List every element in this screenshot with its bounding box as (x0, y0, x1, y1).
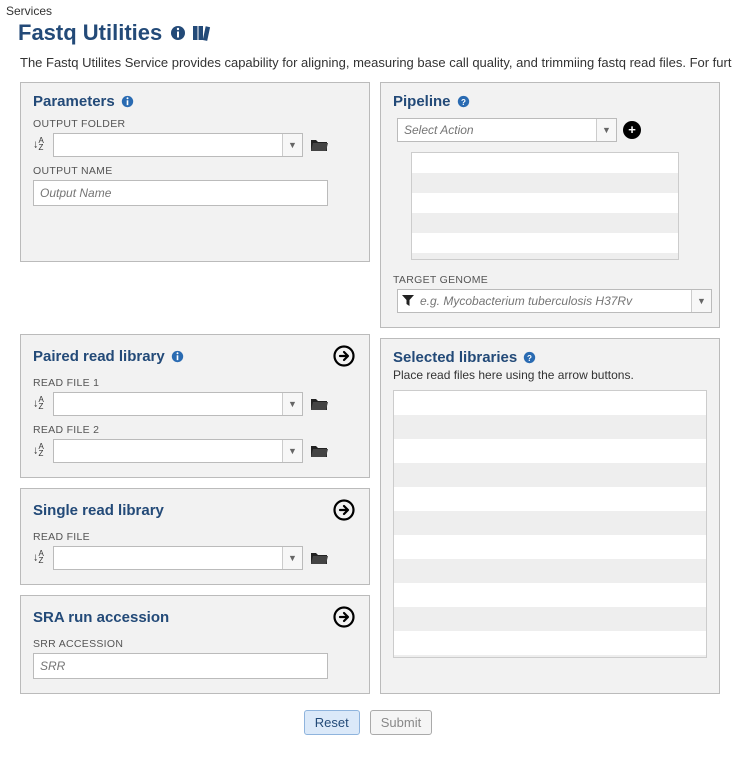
folder-icon[interactable] (309, 548, 329, 568)
folder-icon[interactable] (309, 135, 329, 155)
chevron-down-icon[interactable]: ▼ (596, 119, 616, 141)
read2-input[interactable] (54, 440, 282, 462)
panel-sra: SRA run accession SRR ACCESSION (20, 595, 370, 694)
pipeline-action-combo[interactable]: ▼ (397, 118, 617, 142)
svg-text:?: ? (461, 97, 466, 106)
list-item (394, 631, 706, 655)
panel-selected: Selected libraries ? Place read files he… (380, 338, 720, 694)
parameters-title: Parameters (33, 93, 115, 110)
srr-input[interactable] (33, 653, 328, 679)
info-icon[interactable] (121, 95, 134, 108)
reset-button[interactable]: Reset (304, 710, 360, 735)
list-item (394, 559, 706, 583)
output-folder-combo[interactable]: ▼ (53, 133, 303, 157)
read1-combo[interactable]: ▼ (53, 392, 303, 416)
footer-buttons: Reset Submit (4, 710, 732, 735)
read2-label: READ FILE 2 (33, 424, 357, 436)
sra-title: SRA run accession (33, 609, 169, 626)
readfile-combo[interactable]: ▼ (53, 546, 303, 570)
docs-icon[interactable] (192, 25, 212, 41)
read1-label: READ FILE 1 (33, 377, 357, 389)
breadcrumb: Services (4, 4, 732, 18)
list-item (412, 253, 678, 260)
help-icon[interactable]: ? (523, 351, 536, 364)
list-item (412, 213, 678, 233)
list-item (394, 583, 706, 607)
chevron-down-icon[interactable]: ▼ (691, 290, 711, 312)
pipeline-title: Pipeline (393, 93, 451, 110)
list-item (412, 153, 678, 173)
paired-title: Paired read library (33, 348, 165, 365)
page-title: Fastq Utilities (18, 20, 732, 46)
sort-icon[interactable]: ↓AZ (33, 551, 47, 564)
list-item (394, 535, 706, 559)
page-title-text: Fastq Utilities (18, 20, 162, 46)
list-item (394, 487, 706, 511)
panel-parameters: Parameters OUTPUT FOLDER ↓AZ ▼ OUTPUT NA… (20, 82, 370, 262)
output-folder-input[interactable] (54, 134, 282, 156)
intro-pre: The Fastq Utilites Service provides capa… (20, 55, 732, 70)
panel-single: Single read library READ FILE ↓AZ ▼ (20, 488, 370, 585)
list-item (394, 511, 706, 535)
list-item (412, 173, 678, 193)
svg-text:?: ? (527, 353, 532, 362)
read1-input[interactable] (54, 393, 282, 415)
submit-button: Submit (370, 710, 432, 735)
readfile-label: READ FILE (33, 531, 357, 543)
folder-icon[interactable] (309, 394, 329, 414)
output-folder-label: OUTPUT FOLDER (33, 118, 357, 130)
help-icon[interactable]: ? (457, 95, 470, 108)
chevron-down-icon[interactable]: ▼ (282, 547, 302, 569)
target-genome-input[interactable] (414, 290, 691, 312)
output-name-input[interactable] (33, 180, 328, 206)
panel-pipeline: Pipeline ? ▼ + (380, 82, 720, 328)
srr-label: SRR ACCESSION (33, 638, 357, 650)
arrow-right-icon[interactable] (333, 345, 357, 369)
chevron-down-icon[interactable]: ▼ (282, 134, 302, 156)
list-item (394, 463, 706, 487)
sort-icon[interactable]: ↓AZ (33, 138, 47, 151)
sort-icon[interactable]: ↓AZ (33, 397, 47, 410)
chevron-down-icon[interactable]: ▼ (282, 393, 302, 415)
readfile-input[interactable] (54, 547, 282, 569)
target-genome-label: TARGET GENOME (393, 274, 707, 286)
folder-icon[interactable] (309, 441, 329, 461)
intro-text: The Fastq Utilites Service provides capa… (20, 54, 732, 72)
info-icon[interactable] (170, 25, 186, 41)
list-item (412, 233, 678, 253)
selected-libraries-list (393, 390, 707, 658)
list-item (394, 655, 706, 658)
list-item (394, 439, 706, 463)
selected-hint: Place read files here using the arrow bu… (393, 368, 707, 382)
pipeline-steps-list (411, 152, 679, 260)
arrow-right-icon[interactable] (333, 606, 357, 630)
chevron-down-icon[interactable]: ▼ (282, 440, 302, 462)
list-item (394, 391, 706, 415)
panel-paired: Paired read library READ FILE 1 ↓AZ ▼ (20, 334, 370, 478)
sort-icon[interactable]: ↓AZ (33, 444, 47, 457)
pipeline-action-input[interactable] (398, 119, 596, 141)
read2-combo[interactable]: ▼ (53, 439, 303, 463)
list-item (394, 607, 706, 631)
list-item (412, 193, 678, 213)
single-title: Single read library (33, 502, 164, 519)
target-genome-combo[interactable]: ▼ (397, 289, 712, 313)
arrow-right-icon[interactable] (333, 499, 357, 523)
add-icon[interactable]: + (623, 121, 641, 139)
list-item (394, 415, 706, 439)
info-icon[interactable] (171, 350, 184, 363)
output-name-label: OUTPUT NAME (33, 165, 357, 177)
selected-title: Selected libraries (393, 349, 517, 366)
filter-icon[interactable] (398, 290, 414, 312)
